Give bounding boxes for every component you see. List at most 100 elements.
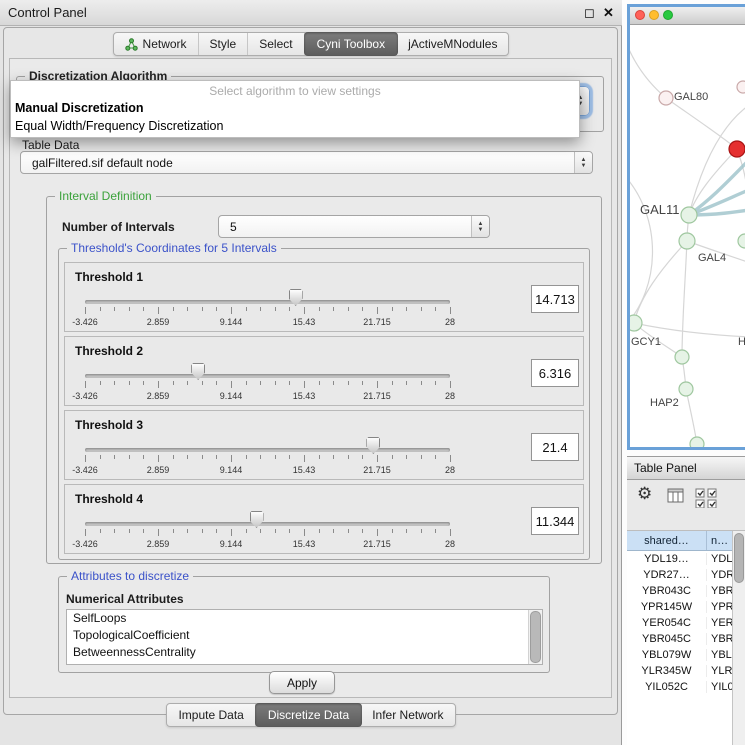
node-label-gal11[interactable]: GAL11 — [640, 202, 680, 217]
cell-shared-name[interactable]: YIL052C — [627, 681, 707, 693]
threshold-panel: Threshold 1-3.4262.8599.14415.4321.71528… — [64, 262, 584, 332]
numerical-attributes-list[interactable]: SelfLoopsTopologicalCoefficientBetweenne… — [66, 609, 543, 665]
cell-shared-name[interactable]: YBR043C — [627, 585, 707, 597]
tab-network[interactable]: Network — [114, 33, 199, 55]
table-row[interactable]: YIL052CYIL0… — [627, 679, 745, 695]
columns-icon[interactable] — [667, 488, 685, 507]
gear-icon[interactable]: ⚙ — [637, 484, 652, 504]
algorithm-option[interactable]: Manual Discretization — [11, 99, 579, 117]
algorithm-option[interactable]: Equal Width/Frequency Discretization — [11, 117, 579, 135]
scrollbar-thumb[interactable] — [530, 611, 541, 663]
table-panel-header[interactable]: Table Panel — [627, 456, 745, 480]
checkbox-grid-glyph — [695, 488, 719, 508]
slider-ticks — [85, 381, 450, 389]
threshold-value-field[interactable]: 11.344 — [531, 507, 579, 535]
table-row[interactable]: YER054CYER0… — [627, 615, 745, 631]
node-attribute-table[interactable]: shared… n… YDL19…YDL1…YDR27…YDR2…YBR043C… — [627, 531, 745, 745]
select-columns-icon[interactable] — [695, 488, 719, 511]
table-data-label: Table Data — [22, 138, 79, 152]
table-data-value: galFiltered.sif default node — [21, 156, 173, 170]
float-window-icon[interactable]: ◻ — [584, 5, 595, 21]
node-label-gal4[interactable]: GAL4 — [698, 252, 726, 264]
bottom-tab-bar: Impute Data Discretize Data Infer Network — [0, 703, 622, 727]
node-label-gcy1[interactable]: GCY1 — [631, 336, 661, 348]
number-of-intervals-select[interactable]: 5 ▲▼ — [218, 215, 490, 238]
panel-title: Control Panel — [8, 0, 87, 26]
scrollbar-thumb[interactable] — [734, 533, 744, 583]
node-label-hap2[interactable]: HAP2 — [650, 397, 679, 409]
table-row[interactable]: YPR145WYPR1… — [627, 599, 745, 615]
thresholds-list: Threshold 1-3.4262.8599.14415.4321.71528… — [64, 262, 584, 554]
attribute-item[interactable]: TopologicalCoefficient — [67, 627, 542, 644]
threshold-label: Threshold 3 — [75, 418, 143, 432]
cell-shared-name[interactable]: YBR045C — [627, 633, 707, 645]
table-row[interactable]: YBR045CYBR0… — [627, 631, 745, 647]
table-row[interactable]: YBR043CYBR0… — [627, 583, 745, 599]
zoom-traffic-light-icon[interactable] — [663, 10, 673, 20]
dropdown-placeholder: Select algorithm to view settings — [11, 81, 579, 99]
slider-track[interactable] — [85, 374, 450, 378]
column-header-shared-name[interactable]: shared… — [627, 531, 707, 550]
slider-track[interactable] — [85, 300, 450, 304]
slider-tick-labels: -3.4262.8599.14415.4321.71528 — [85, 539, 450, 550]
cell-shared-name[interactable]: YER054C — [627, 617, 707, 629]
table-panel-title: Table Panel — [634, 457, 697, 480]
control-panel-titlebar: Control Panel ◻ ✕ — [0, 0, 622, 26]
slider-tick-labels: -3.4262.8599.14415.4321.71528 — [85, 391, 450, 402]
table-row[interactable]: YBL079WYBL0… — [627, 647, 745, 663]
tab-style[interactable]: Style — [199, 33, 249, 55]
table-data-select[interactable]: galFiltered.sif default node ▲▼ — [20, 151, 593, 174]
apply-button[interactable]: Apply — [269, 671, 335, 694]
threshold-slider[interactable]: -3.4262.8599.14415.4321.71528 — [85, 362, 450, 404]
bottom-tab-impute-data[interactable]: Impute Data — [167, 704, 255, 726]
combo-stepper-icon: ▲▼ — [574, 152, 592, 173]
tab-label: jActiveMNodules — [408, 37, 497, 51]
network-graph — [630, 25, 745, 447]
attribute-item[interactable]: BetweennessCentrality — [67, 644, 542, 661]
table-row[interactable]: YLR345WYLR3… — [627, 663, 745, 679]
tab-label: Impute Data — [178, 708, 243, 722]
table-row[interactable]: YDL19…YDL1… — [627, 551, 745, 567]
tab-jactivemnodules[interactable]: jActiveMNodules — [397, 33, 508, 55]
slider-tick-labels: -3.4262.8599.14415.4321.71528 — [85, 317, 450, 328]
attributes-group-title: Attributes to discretize — [67, 569, 193, 583]
slider-ticks — [85, 529, 450, 537]
attribute-item[interactable]: SelfLoops — [67, 610, 542, 627]
table-scrollbar[interactable] — [732, 531, 745, 745]
control-panel: Control Panel ◻ ✕ NetworkStyle Select Cyni… — [0, 0, 622, 745]
slider-track[interactable] — [85, 448, 450, 452]
cell-shared-name[interactable]: YLR345W — [627, 665, 707, 677]
cell-shared-name[interactable]: YPR145W — [627, 601, 707, 613]
tab-label: Infer Network — [372, 708, 443, 722]
cell-shared-name[interactable]: YBL079W — [627, 649, 707, 661]
columns-icon-glyph — [667, 488, 685, 504]
close-panel-icon[interactable]: ✕ — [603, 5, 614, 21]
network-view-window[interactable]: GAL80 GAL11 GAL4 GCY1 HAP2 H — [627, 4, 745, 450]
threshold-value-field[interactable]: 6.316 — [531, 359, 579, 387]
node-table-body: YDL19…YDL1…YDR27…YDR2…YBR043CYBR0…YPR145… — [627, 551, 745, 695]
threshold-value-field[interactable]: 14.713 — [531, 285, 579, 313]
close-traffic-light-icon[interactable] — [635, 10, 645, 20]
tab-label: Select — [259, 37, 292, 51]
network-canvas[interactable]: GAL80 GAL11 GAL4 GCY1 HAP2 H — [630, 25, 745, 447]
threshold-slider[interactable]: -3.4262.8599.14415.4321.71528 — [85, 510, 450, 552]
table-row[interactable]: YDR27…YDR2… — [627, 567, 745, 583]
node-label-gal80[interactable]: GAL80 — [674, 91, 708, 103]
cell-shared-name[interactable]: YDR27… — [627, 569, 707, 581]
threshold-value-field[interactable]: 21.4 — [531, 433, 579, 461]
tab-select[interactable]: Select — [248, 33, 304, 55]
network-icon — [125, 38, 138, 51]
tab-cyni-toolbox[interactable]: Cyni Toolbox — [304, 32, 398, 56]
cell-shared-name[interactable]: YDL19… — [627, 553, 707, 565]
node-label-partial[interactable]: H — [738, 336, 745, 348]
top-tab-bar: NetworkStyle Select Cyni Toolbox jActiveMNo… — [0, 32, 622, 56]
threshold-slider[interactable]: -3.4262.8599.14415.4321.71528 — [85, 436, 450, 478]
bottom-tab-discretize-data[interactable]: Discretize Data — [255, 703, 362, 727]
network-window-titlebar[interactable] — [630, 7, 745, 25]
minimize-traffic-light-icon[interactable] — [649, 10, 659, 20]
interval-definition-title: Interval Definition — [55, 189, 156, 203]
bottom-tab-infer-network[interactable]: Infer Network — [361, 704, 454, 726]
threshold-slider[interactable]: -3.4262.8599.14415.4321.71528 — [85, 288, 450, 330]
attributes-scrollbar[interactable] — [528, 610, 542, 664]
slider-track[interactable] — [85, 522, 450, 526]
